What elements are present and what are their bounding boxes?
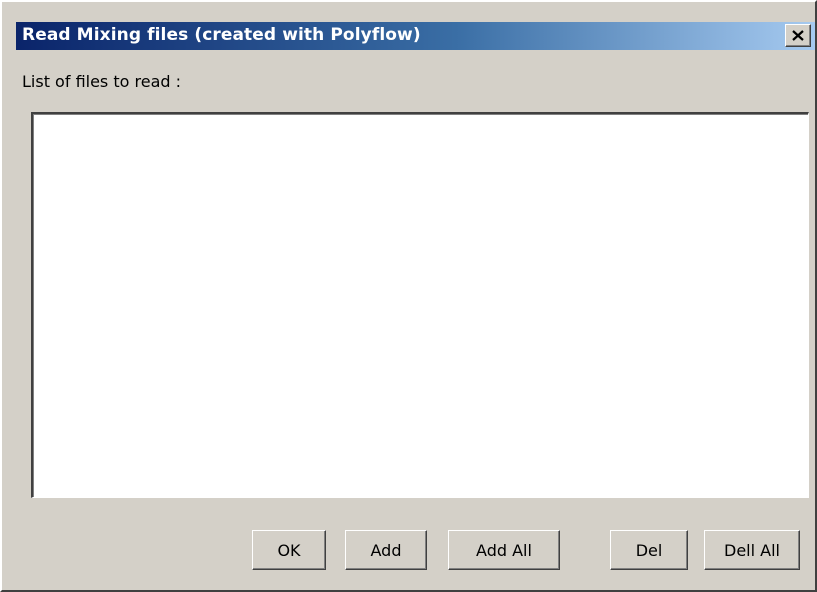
dell-all-button[interactable]: Dell All [704,530,800,570]
file-list-label: List of files to read : [22,72,182,91]
close-icon [792,30,804,41]
add-all-button[interactable]: Add All [448,530,560,570]
read-mixing-files-dialog: Read Mixing files (created with Polyflow… [0,0,817,592]
file-list[interactable] [31,112,809,498]
del-button[interactable]: Del [610,530,688,570]
add-button[interactable]: Add [345,530,427,570]
close-button[interactable] [785,24,811,47]
title-bar[interactable]: Read Mixing files (created with Polyflow… [16,22,815,50]
ok-button[interactable]: OK [252,530,326,570]
dialog-title: Read Mixing files (created with Polyflow… [22,25,421,45]
